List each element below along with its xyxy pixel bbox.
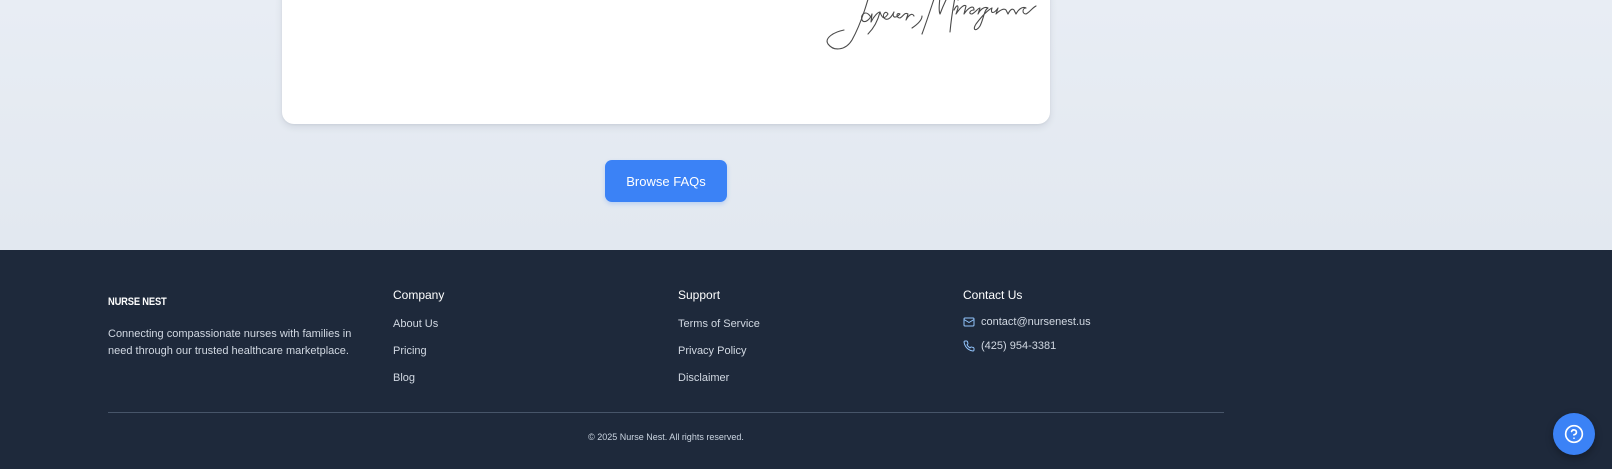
footer-contact-heading: Contact Us [963,288,1023,302]
footer-link-privacy-policy[interactable]: Privacy Policy [678,345,746,357]
footer-contact-email[interactable]: contact@nursenest.us [963,310,1203,334]
footer-copyright: © 2025 Nurse Nest. All rights reserved. [588,432,744,442]
footer-email-text[interactable]: contact@nursenest.us [981,316,1091,328]
footer-phone-text[interactable]: (425) 954-3381 [981,340,1056,352]
footer-company-heading: Company [393,288,445,302]
mail-icon [963,317,975,327]
footer-support-heading: Support [678,288,721,302]
footer-brand[interactable]: NURSE NEST [108,296,167,308]
footer-link-blog[interactable]: Blog [393,372,415,384]
footer-support-column: Support Terms of Service Privacy Policy … [678,288,760,384]
footer-contact-column: Contact Us contact@nursenest.us (425) 95… [963,288,1091,352]
footer-link-about-us[interactable]: About Us [393,318,438,330]
footer-description: Connecting compassionate nurses with fam… [108,328,352,357]
footer-link-terms-of-service[interactable]: Terms of Service [678,318,760,330]
footer-contact-phone[interactable]: (425) 954-3381 [963,334,1203,358]
testimonial-card [282,0,1050,124]
phone-icon [963,340,975,352]
browse-faqs-button[interactable]: Browse FAQs [605,160,727,202]
footer-company-column: Company About Us Pricing Blog [393,288,445,384]
footer-link-disclaimer[interactable]: Disclaimer [678,372,729,384]
footer-link-pricing[interactable]: Pricing [393,345,427,357]
page-upper-section: Browse FAQs [0,0,1612,250]
signature-image [826,0,1037,50]
footer-divider [108,412,1224,413]
site-footer: NURSE NEST Connecting compassionate nurs… [0,250,1612,469]
help-button[interactable] [1553,413,1595,455]
help-circle-icon [1564,424,1584,444]
